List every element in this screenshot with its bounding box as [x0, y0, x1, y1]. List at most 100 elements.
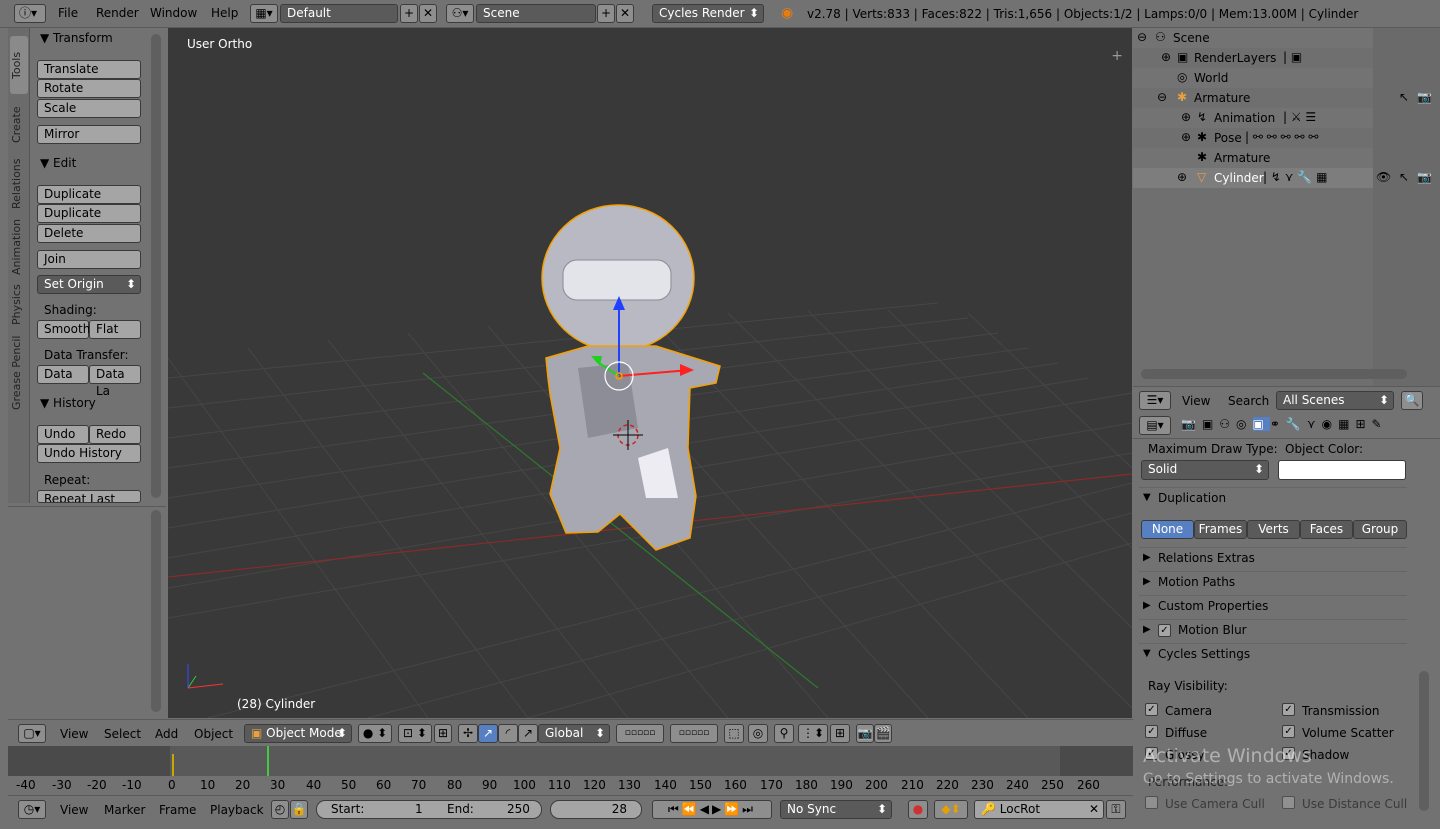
- 3d-viewport[interactable]: + User Ortho (28) Cylinder: [168, 28, 1132, 718]
- diffuse-checkbox[interactable]: [1145, 725, 1158, 738]
- menu-render[interactable]: Render: [96, 6, 139, 20]
- join-button[interactable]: Join: [37, 250, 141, 269]
- outliner-row-cylinder[interactable]: ⊕ ▽ Cylinder | ↯ ⋎ 🔧 ▦: [1133, 168, 1373, 188]
- menu-file[interactable]: File: [58, 6, 78, 20]
- max-draw-type-dropdown[interactable]: Solid ⬍: [1141, 460, 1269, 480]
- playback-menu[interactable]: Playback: [210, 803, 264, 817]
- layout-dropdown[interactable]: Default: [280, 4, 398, 23]
- outliner-row-renderlayers[interactable]: ⊕ ▣ RenderLayers | ▣: [1133, 48, 1373, 68]
- insert-keyframe-icon[interactable]: ⚿: [1106, 800, 1126, 819]
- dup-group-button[interactable]: Group: [1353, 520, 1407, 539]
- keying-icon[interactable]: ◆⬍: [934, 800, 968, 819]
- outliner-row-pose[interactable]: ⊕ ✱ Pose | ⚯ ⚯ ⚯ ⚯ ⚯: [1133, 128, 1373, 148]
- cycles-settings-header[interactable]: ▼ Cycles Settings: [1139, 643, 1407, 665]
- data-layout-button[interactable]: Data La: [89, 365, 141, 398]
- remove-layout-button[interactable]: ✕: [419, 4, 437, 23]
- keying-set-field[interactable]: 🔑 LocRot ✕: [974, 800, 1104, 819]
- timeline-view-menu[interactable]: View: [60, 803, 88, 817]
- rotate-button[interactable]: Rotate: [37, 79, 141, 98]
- timeline-area[interactable]: -40 -30 -20 -10 0 10 20 30 40 50 60 70 8…: [8, 746, 1133, 794]
- frame-menu[interactable]: Frame: [159, 803, 196, 817]
- layers-grid-2[interactable]: ▫▫▫▫▫: [670, 724, 718, 743]
- history-panel-header[interactable]: ▼ History: [40, 396, 96, 410]
- outliner-row-animation[interactable]: ⊕ ↯ Animation | ⚔ ☰: [1133, 108, 1373, 128]
- sync-dropdown[interactable]: No Sync ⬍: [780, 800, 892, 819]
- character-mesh[interactable]: [541, 204, 721, 551]
- render-camera-icon[interactable]: 📷: [1417, 90, 1432, 104]
- snap-icon[interactable]: ⚲: [774, 724, 794, 743]
- eye-icon[interactable]: 👁: [1376, 170, 1391, 184]
- outliner-row-armature[interactable]: ⊖ ✱ Armature: [1133, 88, 1373, 108]
- view-menu[interactable]: View: [60, 727, 88, 741]
- expand-icon[interactable]: ⊕: [1161, 50, 1171, 64]
- manipulator-rotate-icon[interactable]: ↗: [478, 724, 498, 743]
- property-context-icons[interactable]: 📷▣⚇◎▣⚭🔧⋎◉▦⊞✎: [1181, 417, 1388, 431]
- close-icon[interactable]: ✕: [1089, 801, 1099, 818]
- plus-icon[interactable]: +: [1111, 48, 1123, 64]
- outliner-search-menu[interactable]: Search: [1228, 394, 1269, 408]
- motion-paths-header[interactable]: ▶ Motion Paths: [1139, 571, 1407, 593]
- expand-icon[interactable]: ⊕: [1181, 110, 1191, 124]
- remove-scene-button[interactable]: ✕: [616, 4, 634, 23]
- editor-type-button[interactable]: ⓘ▾: [14, 4, 46, 23]
- editor-type-button[interactable]: ◷▾: [18, 800, 46, 819]
- duplicate-button[interactable]: Duplicate: [37, 185, 141, 204]
- tool-shelf-scrollbar[interactable]: [151, 34, 161, 498]
- current-frame-line[interactable]: [267, 746, 269, 776]
- redo-button[interactable]: Redo: [89, 425, 141, 444]
- transform-panel-header[interactable]: ▼ Transform: [40, 31, 113, 45]
- scene-dropdown[interactable]: Scene: [476, 4, 596, 23]
- dup-frames-button[interactable]: Frames: [1194, 520, 1247, 539]
- proportional-edit-icon[interactable]: ◎: [748, 724, 768, 743]
- search-icon[interactable]: 🔍: [1401, 391, 1423, 410]
- camera-checkbox[interactable]: [1145, 703, 1158, 716]
- lock-layers-icon[interactable]: ⬚: [724, 724, 744, 743]
- duplication-panel-header[interactable]: ▼ Duplication: [1139, 487, 1407, 509]
- start-frame-field[interactable]: Start: 1 End: 250: [316, 800, 542, 819]
- record-icon[interactable]: ●: [908, 800, 928, 819]
- collapse-icon[interactable]: ⊖: [1157, 90, 1167, 104]
- operator-scrollbar[interactable]: [151, 510, 161, 712]
- render-animation-icon[interactable]: 🎬: [874, 724, 892, 743]
- pivot-dropdown[interactable]: ⊡ ⬍: [398, 724, 432, 743]
- expand-icon[interactable]: ⊕: [1181, 130, 1191, 144]
- add-menu[interactable]: Add: [155, 727, 178, 741]
- editor-type-button[interactable]: ▤▾: [1139, 416, 1171, 435]
- manipulator-scale-icon[interactable]: ◜: [498, 724, 518, 743]
- add-scene-button[interactable]: +: [597, 4, 615, 23]
- outliner-hscrollbar[interactable]: [1141, 369, 1407, 379]
- motion-blur-header[interactable]: ▶ Motion Blur: [1139, 619, 1407, 641]
- mode-dropdown[interactable]: ▣ Object Mode ⬍: [244, 724, 352, 743]
- select-menu[interactable]: Select: [104, 727, 141, 741]
- render-engine-dropdown[interactable]: Cycles Render ⬍: [652, 4, 764, 23]
- menu-help[interactable]: Help: [211, 6, 238, 20]
- lock-icon[interactable]: 🔒: [290, 800, 308, 819]
- cursor-select-icon[interactable]: ↖: [1399, 90, 1409, 104]
- data-button[interactable]: Data: [37, 365, 89, 384]
- display-mode-dropdown[interactable]: All Scenes ⬍: [1276, 391, 1394, 410]
- layers-grid-1[interactable]: ▫▫▫▫▫: [616, 724, 664, 743]
- edit-panel-header[interactable]: ▼ Edit: [40, 156, 76, 170]
- mirror-button[interactable]: Mirror: [37, 125, 141, 144]
- object-color-swatch[interactable]: [1278, 460, 1406, 480]
- dup-verts-button[interactable]: Verts: [1247, 520, 1300, 539]
- tab-animation[interactable]: Animation: [10, 216, 28, 278]
- render-opengl-icon[interactable]: 📷: [856, 724, 874, 743]
- editor-type-button[interactable]: ☰▾: [1139, 391, 1171, 410]
- current-frame-field[interactable]: 28: [550, 800, 642, 819]
- viewport-canvas[interactable]: +: [168, 28, 1132, 718]
- undo-history-button[interactable]: Undo History: [37, 444, 141, 463]
- snap-target-icon[interactable]: ⊞: [830, 724, 850, 743]
- cursor-select-icon[interactable]: ↖: [1399, 170, 1409, 184]
- tab-tools[interactable]: Tools: [10, 36, 28, 94]
- outliner-row-world[interactable]: ◎ World: [1133, 68, 1373, 88]
- undo-button[interactable]: Undo: [37, 425, 89, 444]
- collapse-icon[interactable]: ⊖: [1137, 30, 1147, 44]
- outliner-row-scene[interactable]: ⊖ ⚇ Scene: [1133, 28, 1373, 48]
- outliner-row-armature-data[interactable]: ✱ Armature: [1133, 148, 1373, 168]
- preview-range-icon[interactable]: ◴: [271, 800, 289, 819]
- object-menu[interactable]: Object: [194, 727, 233, 741]
- manipulator-translate-icon[interactable]: ✢: [458, 724, 478, 743]
- manipulator-scale2-icon[interactable]: ↗: [518, 724, 538, 743]
- dup-faces-button[interactable]: Faces: [1300, 520, 1353, 539]
